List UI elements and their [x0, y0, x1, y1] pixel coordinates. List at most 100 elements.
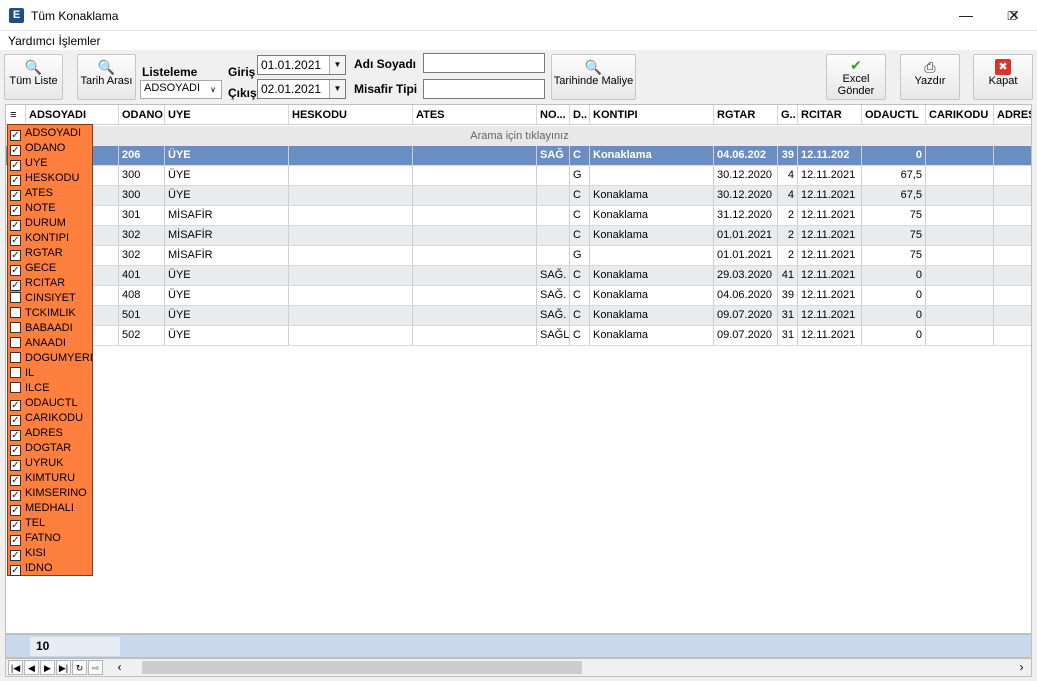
cell-uye[interactable]: ÜYE [165, 326, 289, 345]
column-toggle-item[interactable]: IL [10, 366, 94, 381]
checkbox-checked-icon[interactable]: ✓ [10, 550, 21, 561]
cell-g[interactable]: 39 [778, 286, 798, 305]
cell-uye[interactable]: ÜYE [165, 186, 289, 205]
cell-odauctl[interactable]: 0 [862, 326, 926, 345]
checkbox-checked-icon[interactable]: ✓ [10, 220, 21, 231]
cell-cari[interactable] [926, 226, 994, 245]
cell-rcitar[interactable]: 12.11.2021 [798, 226, 862, 245]
column-toggle-item[interactable]: ✓ ADSOYADI [10, 126, 94, 141]
header-heskodu[interactable]: HESKODU [289, 105, 413, 125]
cell-rcitar[interactable]: 12.11.2021 [798, 246, 862, 265]
cell-uye[interactable]: ÜYE [165, 266, 289, 285]
refresh-icon[interactable]: ↻ [72, 660, 87, 675]
cell-rgtar[interactable]: 30.12.2020 [714, 166, 778, 185]
cell-adres[interactable] [994, 226, 1031, 245]
column-toggle-item[interactable]: ✓ KISI [10, 546, 94, 561]
column-toggle-item[interactable]: ✓ KIMTURU [10, 471, 94, 486]
cell-rcitar[interactable]: 12.11.2021 [798, 166, 862, 185]
cell-kon[interactable]: Konaklama [590, 306, 714, 325]
header-durum[interactable]: D.. [570, 105, 590, 125]
cell-no[interactable] [537, 186, 570, 205]
export-icon[interactable]: ⇨ [88, 660, 103, 675]
cell-rgtar[interactable]: 30.12.2020 [714, 186, 778, 205]
cell-odauctl[interactable]: 0 [862, 286, 926, 305]
cell-kon[interactable]: Konaklama [590, 146, 714, 165]
header-adres[interactable]: ADRES [994, 105, 1031, 125]
cell-no[interactable] [537, 206, 570, 225]
tarihinde-maliye-button[interactable]: 🔍 Tarihinde Maliye [551, 54, 636, 100]
cell-g[interactable]: 4 [778, 186, 798, 205]
cell-ates[interactable] [413, 266, 537, 285]
column-toggle-item[interactable]: ✓ HESKODU [10, 171, 94, 186]
last-record-icon[interactable]: ▶| [56, 660, 71, 675]
cell-no[interactable] [537, 246, 570, 265]
cell-no[interactable]: SAĞ [537, 146, 570, 165]
cell-no[interactable]: SAĞ. [537, 286, 570, 305]
column-toggle-item[interactable]: ✓ DOGTAR [10, 441, 94, 456]
cell-uye[interactable]: MİSAFİR [165, 206, 289, 225]
cell-g[interactable]: 31 [778, 306, 798, 325]
cell-d[interactable]: C [570, 266, 590, 285]
checkbox-checked-icon[interactable]: ✓ [10, 445, 21, 456]
dropdown-arrow-icon[interactable]: ▼ [329, 80, 345, 98]
table-row[interactable]: N401ÜYESAĞ.CKonaklama29.03.20204112.11.2… [6, 266, 1031, 286]
column-toggle-item[interactable]: ✓ ODAUCTL [10, 396, 94, 411]
column-toggle-item[interactable]: ✓ CARIKODU [10, 411, 94, 426]
cell-cari[interactable] [926, 186, 994, 205]
checkbox-checked-icon[interactable]: ✓ [10, 430, 21, 441]
cell-uye[interactable]: MİSAFİR [165, 226, 289, 245]
header-carikodu[interactable]: CARIKODU [926, 105, 994, 125]
cell-d[interactable]: C [570, 186, 590, 205]
table-row[interactable]: TİN301MİSAFİRCKonaklama31.12.2020212.11.… [6, 206, 1031, 226]
checkbox-checked-icon[interactable]: ✓ [10, 490, 21, 501]
checkbox-checked-icon[interactable]: ✓ [10, 280, 21, 291]
cell-adres[interactable] [994, 146, 1031, 165]
cell-hes[interactable] [289, 306, 413, 325]
cell-g[interactable]: 39 [778, 146, 798, 165]
cell-kon[interactable]: Konaklama [590, 326, 714, 345]
cell-cari[interactable] [926, 306, 994, 325]
cell-g[interactable]: 31 [778, 326, 798, 345]
table-row[interactable]: 300 ÜYE C Konaklama 30.12.2020 4 12.11.2021 67,… [6, 186, 1031, 206]
column-toggle-item[interactable]: ✓ ODANO [10, 141, 94, 156]
checkbox-checked-icon[interactable]: ✓ [10, 475, 21, 486]
next-record-icon[interactable]: ▶ [40, 660, 55, 675]
cell-odauctl[interactable]: 75 [862, 246, 926, 265]
table-row[interactable]: 302 MİSAFİR C Konaklama 01.01.2021 2 12.11.202… [6, 226, 1031, 246]
column-toggle-item[interactable]: CINSIYET [10, 291, 94, 306]
column-toggle-item[interactable]: BABAADI [10, 321, 94, 336]
table-row[interactable]: EN408ÜYESAĞ.CKonaklama04.06.20203912.11.… [6, 286, 1031, 306]
cell-kon[interactable] [590, 166, 714, 185]
cell-g[interactable]: 2 [778, 246, 798, 265]
cell-kon[interactable]: Konaklama [590, 286, 714, 305]
cell-d[interactable]: C [570, 206, 590, 225]
cell-rgtar[interactable]: 29.03.2020 [714, 266, 778, 285]
checkbox-checked-icon[interactable]: ✓ [10, 190, 21, 201]
kapat-button[interactable]: ✖ Kapat [973, 54, 1033, 100]
giris-date-field[interactable]: 01.01.2021 ▼ [257, 55, 346, 75]
checkbox-checked-icon[interactable]: ✓ [10, 145, 21, 156]
table-row[interactable]: 302 MİSAFİR G 01.01.2021 2 12.11.2021 75 [6, 246, 1031, 266]
cell-rcitar[interactable]: 12.11.202 [798, 146, 862, 165]
column-toggle-item[interactable]: ✓ IDNO [10, 561, 94, 576]
checkbox-unchecked-icon[interactable] [10, 337, 21, 348]
cell-uye[interactable]: ÜYE [165, 146, 289, 165]
column-toggle-item[interactable]: ✓ FATNO [10, 531, 94, 546]
checkbox-checked-icon[interactable]: ✓ [10, 265, 21, 276]
checkbox-checked-icon[interactable]: ✓ [10, 235, 21, 246]
cell-ates[interactable] [413, 146, 537, 165]
cell-odauctl[interactable]: 75 [862, 206, 926, 225]
cell-rcitar[interactable]: 12.11.2021 [798, 326, 862, 345]
grid-search-row[interactable]: Arama için tıklayınız [6, 126, 1031, 146]
close-window-button[interactable]: ✕ [991, 0, 1037, 31]
cell-adres[interactable] [994, 206, 1031, 225]
excel-gonder-button[interactable]: ✔ Excel Gönder [826, 54, 886, 100]
cell-odano[interactable]: 401 [119, 266, 165, 285]
cell-uye[interactable]: MİSAFİR [165, 246, 289, 265]
column-toggle-item[interactable]: ✓ GECE [10, 261, 94, 276]
checkbox-checked-icon[interactable]: ✓ [10, 505, 21, 516]
cell-g[interactable]: 4 [778, 166, 798, 185]
cell-ates[interactable] [413, 326, 537, 345]
checkbox-unchecked-icon[interactable] [10, 307, 21, 318]
cell-hes[interactable] [289, 286, 413, 305]
